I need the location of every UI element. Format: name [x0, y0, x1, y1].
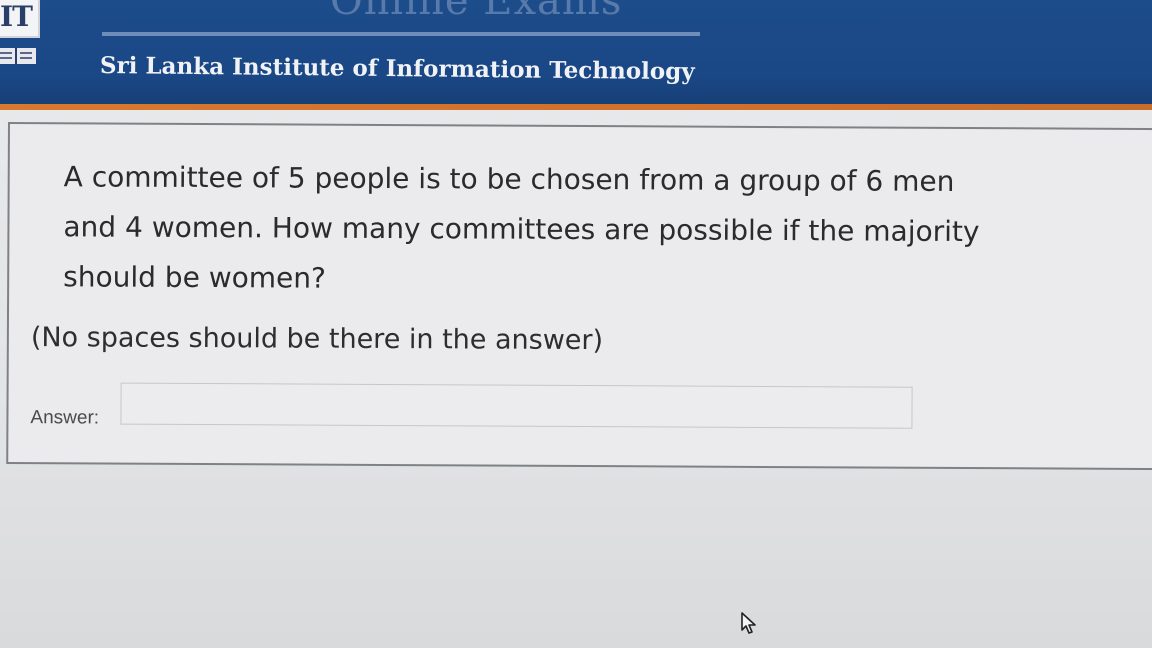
- header-accent-line: [0, 104, 1152, 110]
- exams-title: Online Exams: [330, 0, 623, 24]
- header-divider: [102, 32, 700, 36]
- logo-text: IT: [0, 0, 33, 33]
- question-text: A committee of 5 people is to be chosen …: [63, 160, 980, 295]
- institute-name: Sri Lanka Institute of Information Techn…: [99, 52, 695, 86]
- book-icon: [0, 48, 36, 64]
- logo-badge: IT: [0, 0, 40, 38]
- site-header: IT Online Exams Sri Lanka Institute of I…: [0, 0, 1152, 110]
- mouse-pointer-icon: [741, 612, 756, 634]
- answer-format-note: (No spaces should be there in the answer…: [30, 322, 604, 357]
- sliit-logo: IT: [0, 0, 40, 84]
- answer-input[interactable]: [120, 382, 913, 429]
- question-panel: A committee of 5 people is to be chosen …: [6, 122, 1152, 471]
- answer-label: Answer:: [30, 407, 100, 429]
